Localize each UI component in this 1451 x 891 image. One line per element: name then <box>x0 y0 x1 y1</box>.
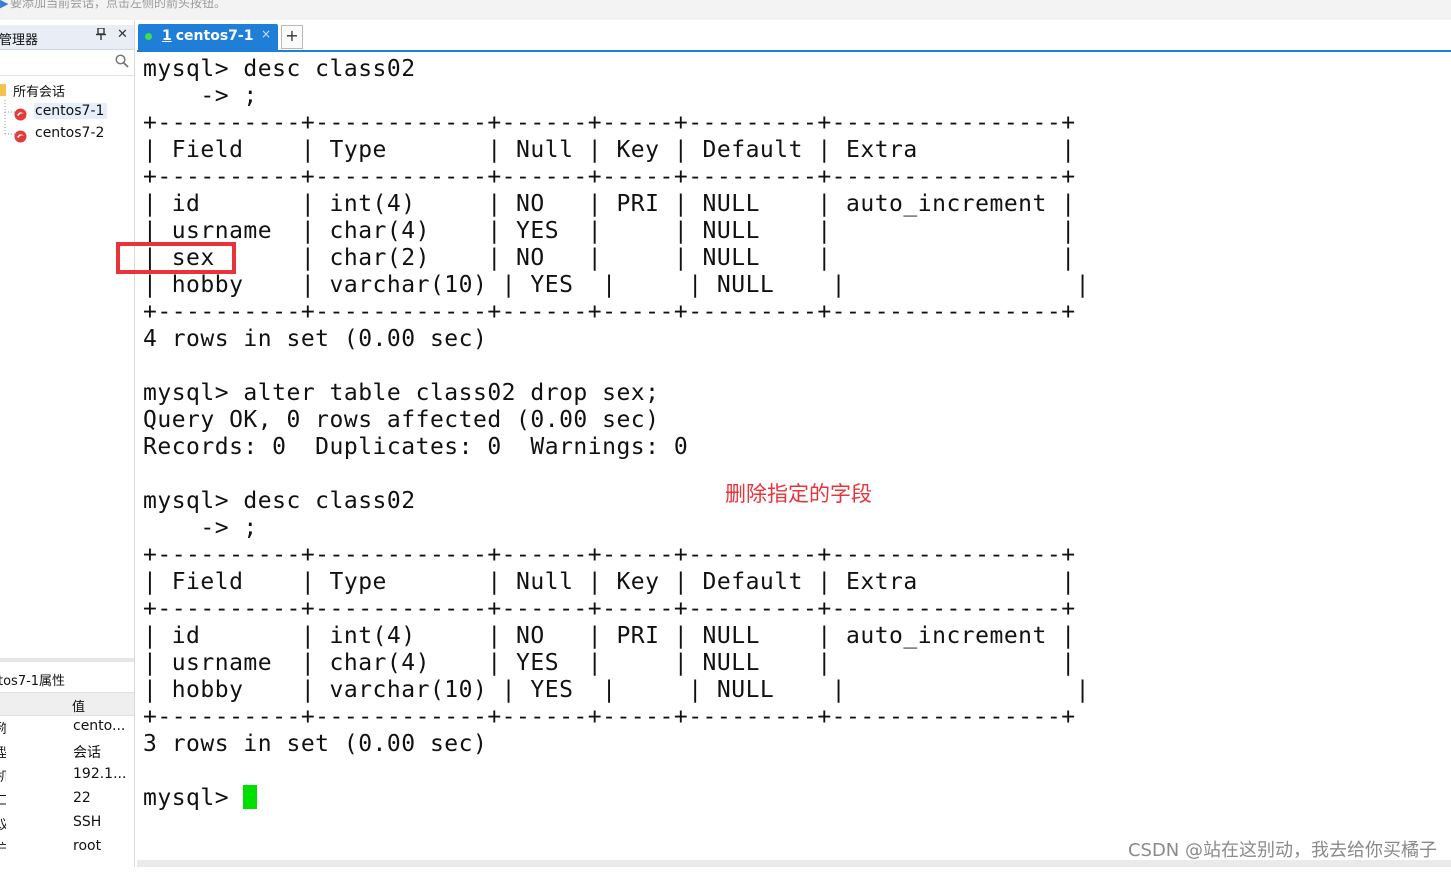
terminal-line: | sex | char(2) | NO | | NULL | | <box>143 245 1076 271</box>
highlight-box-sex-field <box>116 242 236 274</box>
properties-key: 户名 <box>0 838 6 857</box>
terminal-line: mysql> desc class02 <box>143 56 416 82</box>
watermark: CSDN @站在这别动，我去给你买橘子 <box>1127 840 1437 861</box>
hint-bar: ▶ 要添加当前会话，点击左侧的箭头按钮。 <box>0 0 1451 20</box>
tree-item-label: centos7-2 <box>35 125 105 141</box>
properties-key: 议 <box>0 814 6 833</box>
session-manager-title: 管理器 <box>0 33 39 48</box>
annotation-text: 删除指定的字段 <box>725 482 872 506</box>
tree-item-label: centos7-1 <box>34 103 108 119</box>
tab-label: 1 centos7-1 <box>162 28 253 44</box>
arrow-right-icon[interactable]: ▶ <box>0 0 8 10</box>
terminal-line: | usrname | char(4) | YES | | NULL | | <box>143 218 1076 244</box>
hint-text: 要添加当前会话，点击左侧的箭头按钮。 <box>10 0 227 10</box>
close-icon[interactable]: ✕ <box>117 27 128 42</box>
terminal[interactable]: mysql> desc class02 -> ; +----------+----… <box>137 52 1451 860</box>
terminal-line: +----------+------------+------+-----+--… <box>143 164 1076 190</box>
session-manager-panel: 管理器 ✕ 所有会话 centos7-1 centos7-2 tos7-1属性 <box>0 20 135 891</box>
properties-value: cento... <box>73 718 126 734</box>
terminal-line: +----------+------------+------+-----+--… <box>143 299 1076 325</box>
properties-row[interactable]: 议 SSH <box>0 812 134 836</box>
search-icon[interactable] <box>115 53 129 68</box>
terminal-line: -> ; <box>143 83 258 109</box>
properties-row[interactable]: 户名 root <box>0 836 134 860</box>
terminal-line: -> ; <box>143 515 258 541</box>
properties-row[interactable]: 机 192.1... <box>0 764 134 788</box>
terminal-line: | id | int(4) | NO | PRI | NULL | auto_i… <box>143 623 1076 649</box>
properties-key: 称 <box>0 718 6 737</box>
tab-centos7-1[interactable]: 1 centos7-1 × <box>138 24 278 50</box>
properties-value: 会话 <box>73 745 101 761</box>
terminal-line: | Field | Type | Null | Key | Default | … <box>143 569 1076 595</box>
terminal-line: | id | int(4) | NO | PRI | NULL | auto_i… <box>143 191 1076 217</box>
tree-root-all-sessions[interactable]: 所有会话 <box>0 80 134 100</box>
terminal-line: mysql> alter table class02 drop sex; <box>143 380 660 406</box>
session-manager-header: 管理器 ✕ <box>0 25 134 50</box>
properties-panel: tos7-1属性 值 称 cento... 型 会话 机 192.1... 口 … <box>0 658 134 891</box>
pin-icon[interactable] <box>96 27 106 43</box>
terminal-line: | usrname | char(4) | YES | | NULL | | <box>143 650 1076 676</box>
terminal-line: +----------+------------+------+-----+--… <box>143 704 1076 730</box>
properties-value-header: 值 <box>72 700 86 715</box>
properties-value: root <box>73 838 102 854</box>
tab-number: 1 <box>162 28 172 44</box>
add-tab-button[interactable]: + <box>281 25 303 49</box>
properties-row[interactable]: 口 22 <box>0 788 134 812</box>
terminal-line: +----------+------------+------+-----+--… <box>143 596 1076 622</box>
session-search[interactable] <box>0 51 134 76</box>
tree-item-centos7-1[interactable]: centos7-1 <box>14 102 114 122</box>
tab-bar: 1 centos7-1 × + <box>137 20 1451 52</box>
terminal-line: +----------+------------+------+-----+--… <box>143 542 1076 568</box>
properties-key: 型 <box>0 742 6 761</box>
properties-row[interactable]: 称 cento... <box>0 716 134 740</box>
terminal-output: mysql> desc class02 -> ; +----------+----… <box>143 56 1090 812</box>
terminal-cursor <box>243 785 258 809</box>
session-icon <box>14 106 27 121</box>
properties-title: tos7-1属性 <box>0 674 66 689</box>
bottom-bar <box>137 860 1451 867</box>
properties-value: SSH <box>73 814 102 830</box>
tree-root-label: 所有会话 <box>13 85 66 100</box>
properties-key: 口 <box>0 790 6 809</box>
properties-key: 机 <box>0 766 6 785</box>
properties-value: 22 <box>73 790 91 806</box>
terminal-line: Records: 0 Duplicates: 0 Warnings: 0 <box>143 434 689 460</box>
properties-value: 192.1... <box>73 766 127 782</box>
terminal-line: 4 rows in set (0.00 sec) <box>143 326 488 352</box>
properties-header-row: 值 <box>0 692 134 716</box>
tree-item-centos7-2[interactable]: centos7-2 <box>14 124 114 144</box>
folder-icon <box>0 84 6 96</box>
terminal-line: | hobby | varchar(10) | YES | | NULL | | <box>143 272 1090 298</box>
terminal-line: | Field | Type | Null | Key | Default | … <box>143 137 1076 163</box>
tab-title: centos7-1 <box>175 28 254 44</box>
terminal-line: Query OK, 0 rows affected (0.00 sec) <box>143 407 660 433</box>
terminal-line: mysql> desc class02 <box>143 488 416 514</box>
tab-close-icon[interactable]: × <box>261 27 271 41</box>
properties-row[interactable]: 型 会话 <box>0 740 134 764</box>
terminal-line: +----------+------------+------+-----+--… <box>143 110 1076 136</box>
connection-status-icon <box>145 33 152 40</box>
terminal-line: | hobby | varchar(10) | YES | | NULL | | <box>143 677 1090 703</box>
terminal-line: mysql> <box>143 785 1090 812</box>
session-icon <box>14 128 27 143</box>
terminal-line: 3 rows in set (0.00 sec) <box>143 731 488 757</box>
